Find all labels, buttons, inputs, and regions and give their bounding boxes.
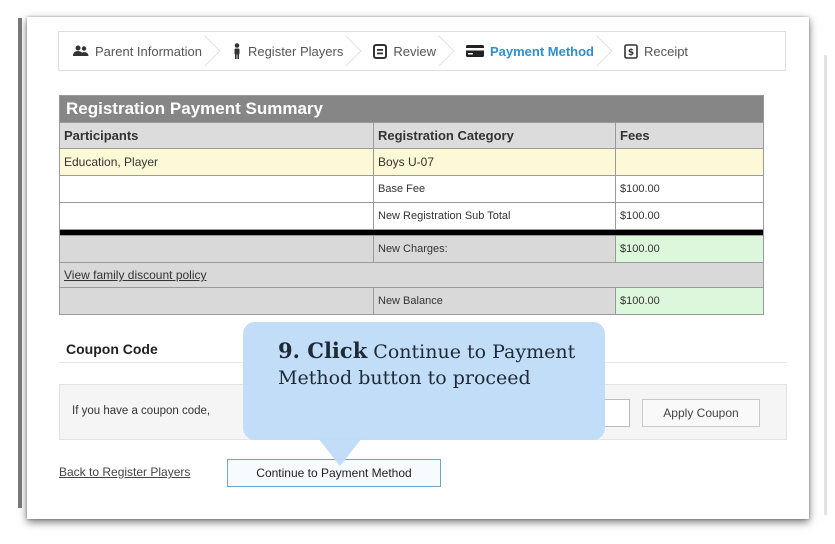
apply-coupon-button[interactable]: Apply Coupon (642, 399, 760, 427)
table-header-row: Participants Registration Category Fees (60, 122, 763, 148)
review-icon (373, 43, 388, 59)
discount-row: View family discount policy (60, 262, 763, 287)
subtotal-label: New Registration Sub Total (373, 203, 615, 229)
new-charges-label: New Charges: (373, 236, 615, 262)
header-registration-category: Registration Category (373, 123, 615, 148)
tutorial-callout: 9. Click Continue to Payment Method butt… (243, 322, 605, 440)
callout-pointer (318, 438, 362, 466)
person-icon (232, 43, 242, 59)
new-balance-amount: $100.00 (615, 288, 763, 314)
fee-empty (615, 149, 763, 175)
step-label: Payment Method (489, 43, 594, 59)
step-payment-method[interactable]: Payment Method (454, 32, 613, 70)
back-to-register-players-link[interactable]: Back to Register Players (59, 465, 190, 479)
base-fee-label: Base Fee (373, 176, 615, 202)
page-left-edge (18, 18, 22, 508)
summary-title: Registration Payment Summary (60, 96, 763, 122)
header-fees: Fees (615, 123, 763, 148)
table-row: New Registration Sub Total $100.00 (60, 202, 763, 229)
new-balance-label: New Balance (373, 288, 615, 314)
step-receipt[interactable]: $ Receipt (612, 32, 706, 70)
base-fee-amount: $100.00 (615, 176, 763, 202)
table-row: New Charges: $100.00 (60, 235, 763, 262)
step-label: Parent Information (95, 43, 202, 59)
header-participants: Participants (60, 123, 373, 148)
participant-name: Education, Player (60, 149, 373, 175)
family-discount-link[interactable]: View family discount policy (64, 268, 207, 282)
step-parent-information[interactable]: Parent Information (73, 32, 221, 70)
step-label: Register Players (247, 43, 344, 59)
new-charges-amount: $100.00 (615, 236, 763, 262)
page-right-edge (824, 55, 827, 515)
receipt-icon: $ (624, 43, 638, 59)
coupon-code-input[interactable] (604, 399, 630, 427)
registration-category: Boys U-07 (373, 149, 615, 175)
step-review[interactable]: Review (361, 32, 455, 70)
table-row: Base Fee $100.00 (60, 175, 763, 202)
step-register-players[interactable]: Register Players (220, 32, 362, 70)
coupon-heading: Coupon Code (66, 341, 158, 357)
subtotal-amount: $100.00 (615, 203, 763, 229)
parents-icon (73, 45, 89, 57)
step-label: Receipt (643, 43, 689, 59)
table-row: New Balance $100.00 (60, 287, 763, 314)
credit-card-icon (465, 45, 484, 57)
callout-step: 9. Click (278, 338, 368, 363)
registration-steps: Parent Information Register Players Revi… (58, 31, 786, 71)
payment-summary-table: Registration Payment Summary Participant… (59, 95, 764, 315)
svg-text:$: $ (628, 48, 634, 58)
table-row: Education, Player Boys U-07 (60, 148, 763, 175)
coupon-prompt: If you have a coupon code, (72, 405, 211, 417)
